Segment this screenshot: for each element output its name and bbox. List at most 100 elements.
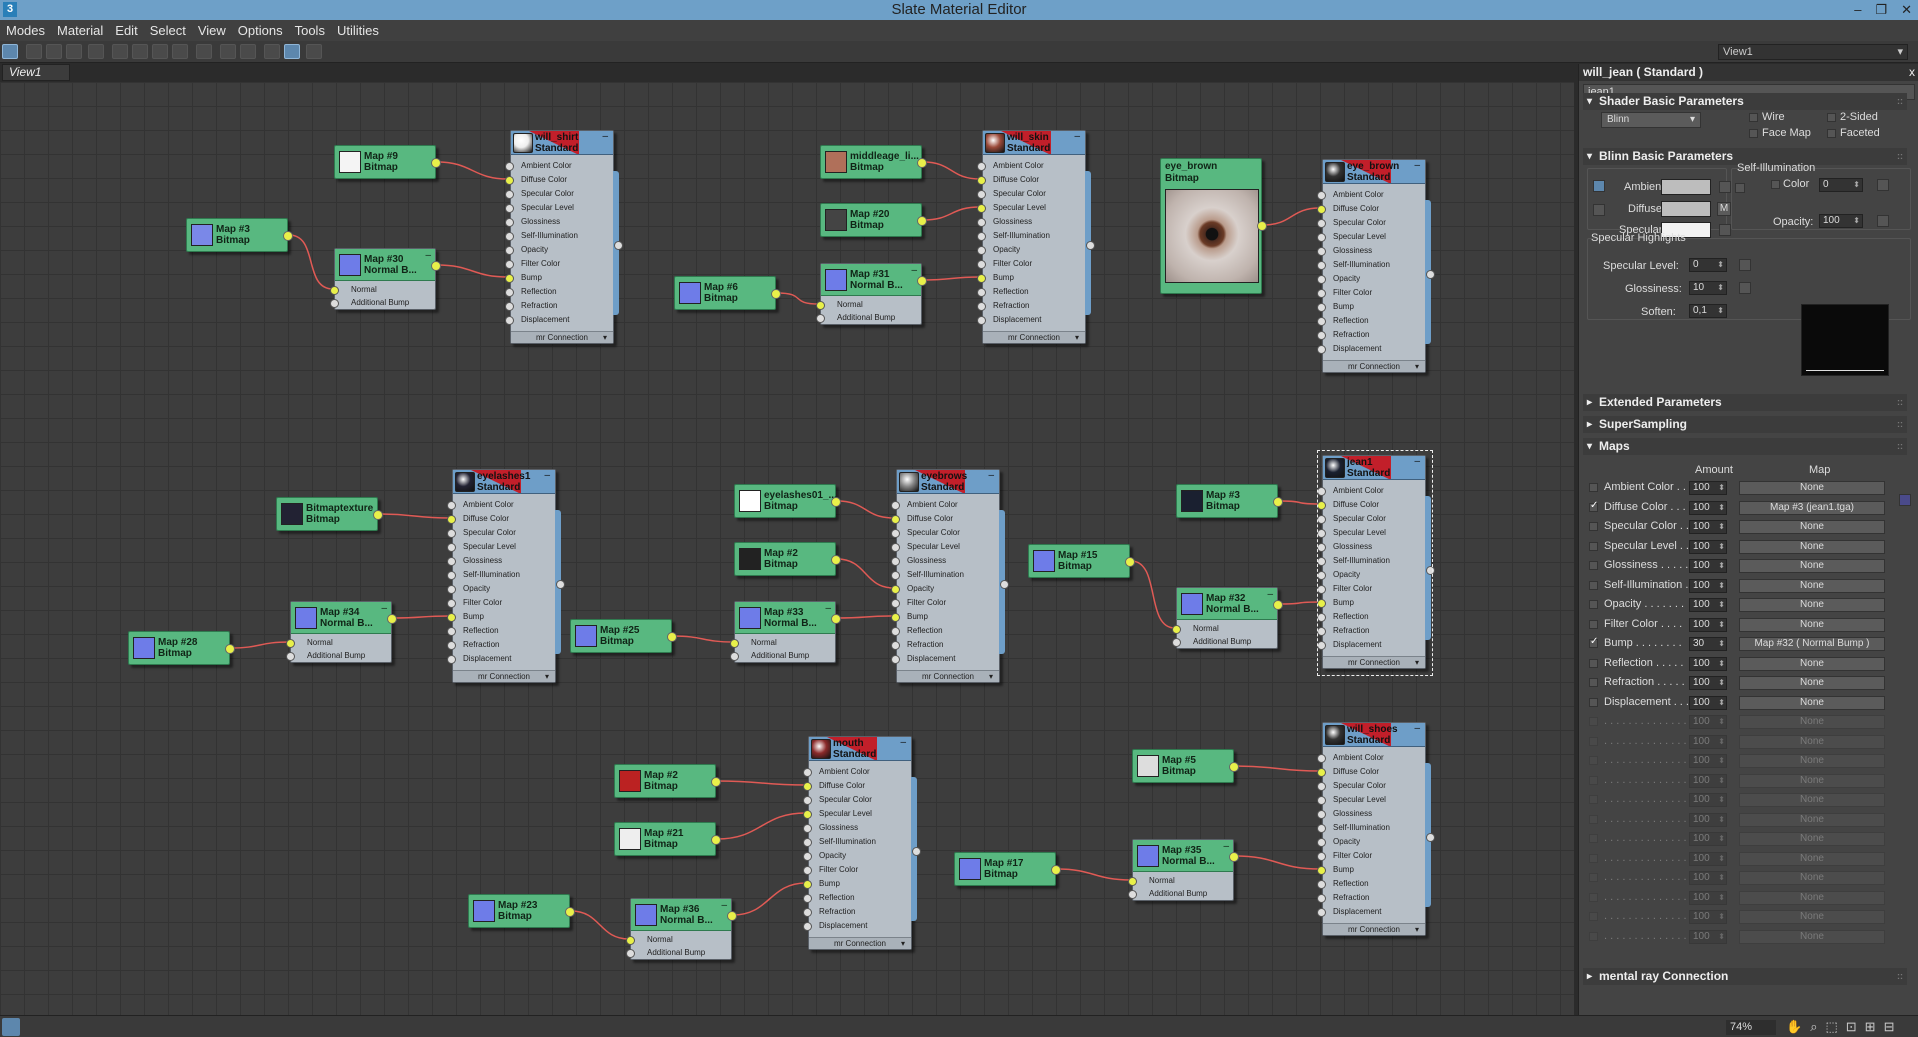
delete-icon[interactable] xyxy=(88,44,104,59)
map-node-m25[interactable]: Map #25 Bitmap xyxy=(570,619,677,653)
input-socket[interactable] xyxy=(1317,191,1326,200)
mr-connection-expander[interactable]: mr Connection xyxy=(453,670,555,682)
input-socket[interactable] xyxy=(447,557,456,566)
map-amount-spinner[interactable]: 100 xyxy=(1689,559,1727,573)
map-node-m2a[interactable]: Map #2 Bitmap xyxy=(734,542,841,576)
map-enable-checkbox[interactable] xyxy=(1589,619,1598,629)
output-socket[interactable] xyxy=(431,261,441,271)
map-amount-spinner[interactable]: 100 xyxy=(1689,929,1727,944)
input-socket[interactable] xyxy=(447,655,456,664)
map-amount-spinner[interactable]: 100 xyxy=(1689,676,1727,690)
map-node-m5[interactable]: Map #5 Bitmap xyxy=(1132,749,1239,783)
lock-specular-icon[interactable] xyxy=(1593,204,1605,216)
output-socket[interactable] xyxy=(711,777,721,787)
lock-icon[interactable] xyxy=(1735,183,1745,193)
normal-bump-node-m35[interactable]: Map #35 Normal B... – Normal Additional Bump xyxy=(1128,839,1239,901)
normal-bump-node-m31[interactable]: Map #31 Normal B... – Normal Additional Bump xyxy=(816,263,927,325)
input-socket[interactable] xyxy=(891,585,900,594)
output-socket[interactable] xyxy=(917,276,927,286)
wire-m3a-m30[interactable] xyxy=(288,234,334,290)
input-socket[interactable] xyxy=(1317,852,1326,861)
material-node-brows[interactable]: eyebrows Standard – Ambient Color Diffuse Co… xyxy=(891,469,1009,683)
collapse-icon[interactable]: – xyxy=(381,603,387,614)
input-socket[interactable] xyxy=(977,176,986,185)
map-enable-checkbox[interactable] xyxy=(1589,795,1598,804)
input-socket[interactable] xyxy=(447,571,456,580)
wire-m20-skin[interactable] xyxy=(922,206,981,221)
specular-level-spinner[interactable]: 0 xyxy=(1689,258,1727,272)
input-socket[interactable] xyxy=(505,162,514,171)
input-socket[interactable] xyxy=(891,543,900,552)
menu-edit[interactable]: Edit xyxy=(109,23,143,38)
output-socket[interactable] xyxy=(727,911,737,921)
input-socket[interactable] xyxy=(626,949,635,958)
map-slot-button[interactable]: None xyxy=(1739,578,1885,593)
map-amount-spinner[interactable]: 30 xyxy=(1689,637,1727,651)
wire-m2a-brows[interactable] xyxy=(836,558,895,589)
pick-material-icon[interactable] xyxy=(46,44,62,59)
collapse-icon[interactable]: – xyxy=(602,131,608,142)
soften-spinner[interactable]: 0,1 xyxy=(1689,304,1727,318)
shader-type-dropdown[interactable]: Blinn xyxy=(1601,112,1701,128)
output-socket[interactable] xyxy=(917,216,927,226)
input-socket[interactable] xyxy=(891,613,900,622)
input-socket[interactable] xyxy=(977,302,986,311)
input-socket[interactable] xyxy=(803,922,812,931)
input-socket[interactable] xyxy=(286,639,295,648)
minimize-button[interactable]: – xyxy=(1854,0,1861,20)
map-enable-checkbox[interactable] xyxy=(1589,483,1598,492)
input-socket[interactable] xyxy=(505,302,514,311)
select-icon[interactable] xyxy=(2,44,18,59)
wire-m3b-jean[interactable] xyxy=(1278,500,1321,505)
layout-all-icon[interactable] xyxy=(220,44,236,59)
map-node-bmt[interactable]: Bitmaptexture Bitmap xyxy=(276,497,383,531)
diffuse-color-swatch[interactable] xyxy=(1661,201,1711,217)
map-enable-checkbox[interactable] xyxy=(1589,658,1598,668)
input-socket[interactable] xyxy=(505,232,514,241)
map-enable-checkbox[interactable] xyxy=(1589,600,1598,609)
menu-view[interactable]: View xyxy=(192,23,232,38)
input-socket[interactable] xyxy=(977,204,986,213)
input-socket[interactable] xyxy=(977,162,986,171)
input-socket[interactable] xyxy=(1172,625,1181,634)
input-socket[interactable] xyxy=(447,585,456,594)
normal-bump-node-m34[interactable]: Map #34 Normal B... – Normal Additional Bump xyxy=(286,601,397,663)
self-illum-color-checkbox[interactable] xyxy=(1771,180,1780,189)
map-node-m20[interactable]: Map #20 Bitmap xyxy=(820,203,927,237)
map-enable-checkbox[interactable] xyxy=(1589,717,1598,726)
map-slot-button[interactable]: None xyxy=(1739,676,1885,690)
input-socket[interactable] xyxy=(505,176,514,185)
input-socket[interactable] xyxy=(803,894,812,903)
map-amount-spinner[interactable]: 100 xyxy=(1689,754,1727,768)
map-enable-checkbox[interactable] xyxy=(1589,522,1598,531)
input-socket[interactable] xyxy=(803,838,812,847)
output-socket[interactable] xyxy=(225,644,235,654)
zoom-region-icon[interactable]: ⬚ xyxy=(1825,1019,1837,1035)
map-amount-spinner[interactable]: 100 xyxy=(1689,773,1727,788)
menu-material[interactable]: Material xyxy=(51,23,109,38)
output-socket[interactable] xyxy=(373,510,383,520)
map-slot-button[interactable]: None xyxy=(1739,656,1885,671)
zoom-extents-icon[interactable]: ⊡ xyxy=(1846,1019,1857,1035)
input-socket[interactable] xyxy=(447,599,456,608)
input-socket[interactable] xyxy=(816,314,825,323)
pan-to-selected-icon[interactable]: ⊟ xyxy=(1884,1019,1895,1035)
map-node-m2b[interactable]: Map #2 Bitmap xyxy=(614,764,721,798)
map-enable-checkbox[interactable] xyxy=(1589,580,1598,590)
output-socket[interactable] xyxy=(1051,865,1061,875)
two-sided-checkbox[interactable] xyxy=(1827,113,1836,122)
map-node-m3a[interactable]: Map #3 Bitmap xyxy=(186,218,293,252)
output-socket[interactable] xyxy=(912,847,921,856)
map-enable-checkbox[interactable] xyxy=(1589,853,1598,863)
input-socket[interactable] xyxy=(891,571,900,580)
input-socket[interactable] xyxy=(505,246,514,255)
map-amount-spinner[interactable]: 100 xyxy=(1689,715,1727,729)
input-socket[interactable] xyxy=(447,641,456,650)
mr-connection-expander[interactable]: mr Connection xyxy=(1323,923,1425,935)
faceted-checkbox[interactable] xyxy=(1827,129,1836,138)
input-socket[interactable] xyxy=(505,316,514,325)
output-socket[interactable] xyxy=(831,555,841,565)
maps-side-icon[interactable] xyxy=(1899,494,1911,506)
input-socket[interactable] xyxy=(505,288,514,297)
wire-m25-m33[interactable] xyxy=(672,635,734,643)
